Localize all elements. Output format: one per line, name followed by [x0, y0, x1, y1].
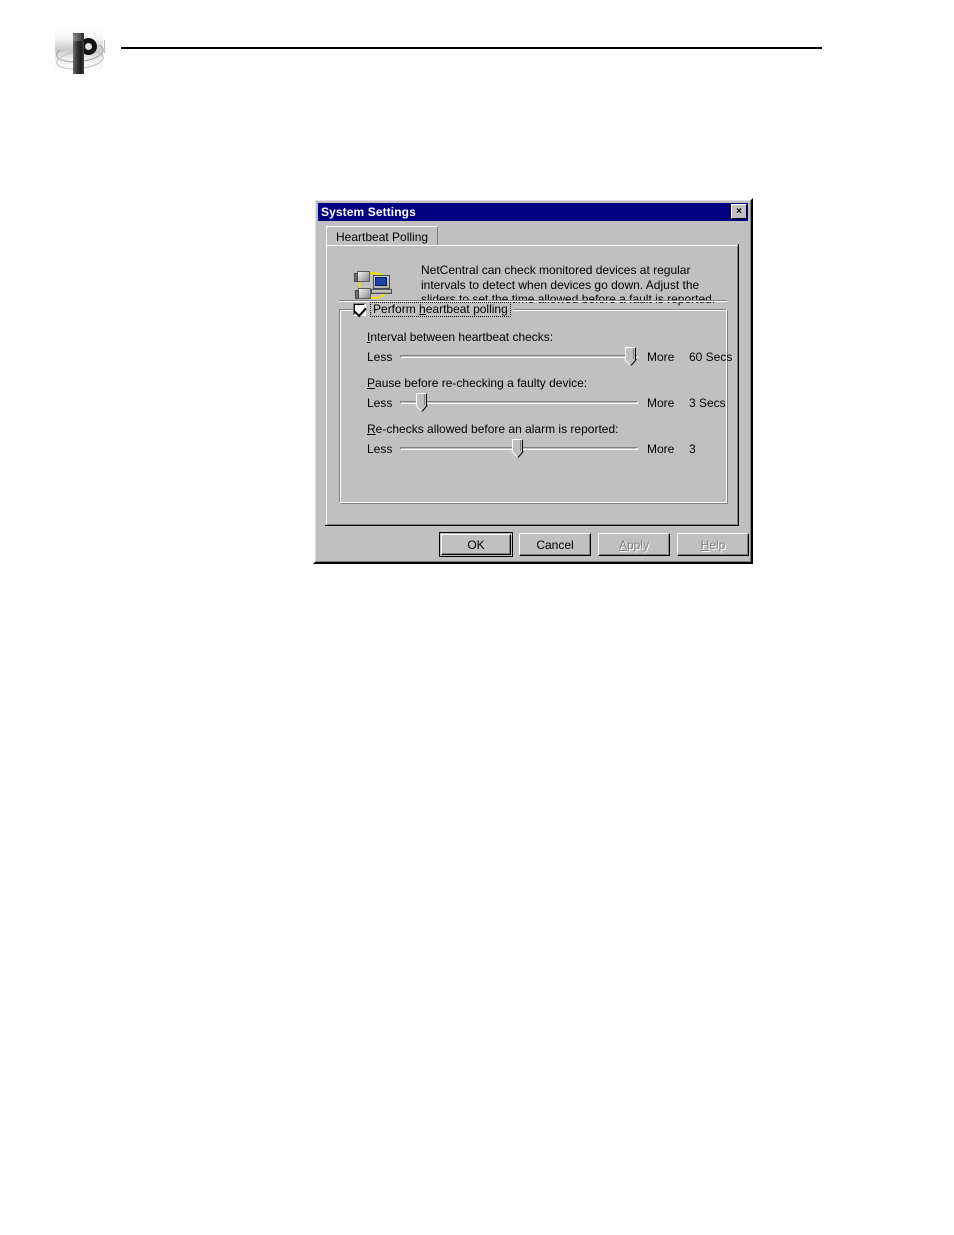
- dialog-title: System Settings: [321, 205, 416, 219]
- slider-caption-rechecks-rest: e-checks allowed before an alarm is repo…: [375, 422, 619, 436]
- network-node-top: [354, 271, 370, 282]
- slider-row-interval: Less More 60 Secs: [367, 347, 732, 367]
- perform-heartbeat-polling-checkbox[interactable]: Perform heartbeat polling: [353, 302, 513, 318]
- slider-track-pause: [400, 401, 638, 404]
- logo-ring-inner: [85, 43, 92, 50]
- apply-button-rest: pply: [627, 537, 650, 552]
- page-header: [0, 0, 954, 100]
- slider-caption-pause-rest: ause before re-checking a faulty device:: [375, 376, 588, 390]
- slider-row-pause: Less More 3 Secs: [367, 393, 726, 413]
- slider-track-area-rechecks[interactable]: [400, 439, 638, 459]
- header-rule: [121, 47, 822, 49]
- slider-value-rechecks: 3: [689, 442, 696, 456]
- tab-label: Heartbeat Polling: [336, 229, 429, 244]
- grass-valley-logo: [55, 29, 105, 76]
- checkbox-label: Perform heartbeat polling: [370, 302, 511, 317]
- checkbox-label-text: erform: [381, 302, 420, 316]
- slider-thumb-interval[interactable]: [624, 347, 637, 367]
- slider-min-label-interval: Less: [367, 350, 393, 364]
- checkbox-label-accel: h: [419, 302, 426, 316]
- tab-page: NetCentral can check monitored devices a…: [326, 245, 738, 525]
- slider-row-rechecks: Less More 3: [367, 439, 707, 459]
- apply-button[interactable]: Apply: [598, 533, 670, 556]
- slider-min-label-pause: Less: [367, 396, 393, 410]
- slider-track-area-interval[interactable]: [400, 347, 638, 367]
- network-devices-icon: [354, 267, 395, 303]
- help-button[interactable]: Help: [677, 533, 749, 556]
- slider-caption-rechecks: Re-checks allowed before an alarm is rep…: [367, 422, 618, 436]
- slider-thumb-pause[interactable]: [415, 393, 428, 413]
- slider-value-pause: 3 Secs: [689, 396, 726, 410]
- help-button-label: Help: [701, 538, 726, 552]
- help-button-rest: elp: [709, 537, 726, 552]
- slider-track-interval: [400, 355, 638, 358]
- check-icon: [353, 303, 367, 318]
- ok-button-label: OK: [467, 537, 485, 552]
- slider-max-label-rechecks: More: [647, 442, 675, 456]
- tab-heartbeat-polling[interactable]: Heartbeat Polling: [326, 226, 439, 246]
- slider-track-area-pause[interactable]: [400, 393, 638, 413]
- logo-bar-cap: [73, 33, 84, 41]
- network-node-bottom-face: [355, 290, 359, 299]
- slider-value-interval: 60 Secs: [689, 350, 733, 364]
- network-node-bottom: [355, 288, 371, 299]
- slider-max-label-interval: More: [647, 350, 675, 364]
- checkbox-label-pre: P: [373, 302, 382, 316]
- slider-caption-rechecks-accel: R: [367, 422, 376, 436]
- checkbox-box[interactable]: [353, 303, 367, 318]
- slider-caption-pause: Pause before re-checking a faulty device…: [367, 376, 587, 390]
- slider-min-label-rechecks: Less: [367, 442, 393, 456]
- header-rule-tick: [104, 40, 105, 53]
- cancel-button-label: Cancel: [536, 537, 574, 552]
- apply-button-label: Apply: [619, 538, 649, 552]
- network-node-top-face: [354, 273, 358, 282]
- monitor-base: [371, 289, 392, 294]
- dialog-button-row: OK Cancel Apply Help: [315, 530, 751, 560]
- dialog-titlebar[interactable]: System Settings ×: [318, 203, 748, 221]
- checkbox-label-post: eartbeat polling: [425, 302, 508, 316]
- cancel-button[interactable]: Cancel: [519, 533, 591, 556]
- slider-caption-interval-rest: nterval between heartbeat checks:: [370, 330, 554, 344]
- slider-caption-interval: Interval between heartbeat checks:: [367, 330, 553, 344]
- slider-caption-pause-accel: P: [367, 376, 376, 390]
- slider-thumb-rechecks[interactable]: [511, 439, 524, 459]
- tab-strip: Heartbeat Polling: [326, 226, 738, 246]
- apply-button-accel: A: [618, 537, 627, 552]
- monitor-screen: [375, 277, 387, 286]
- system-settings-dialog: System Settings × Heartbeat Polling NetC…: [313, 198, 753, 564]
- ok-button[interactable]: OK: [439, 532, 513, 557]
- close-icon[interactable]: ×: [731, 204, 747, 219]
- slider-max-label-pause: More: [647, 396, 675, 410]
